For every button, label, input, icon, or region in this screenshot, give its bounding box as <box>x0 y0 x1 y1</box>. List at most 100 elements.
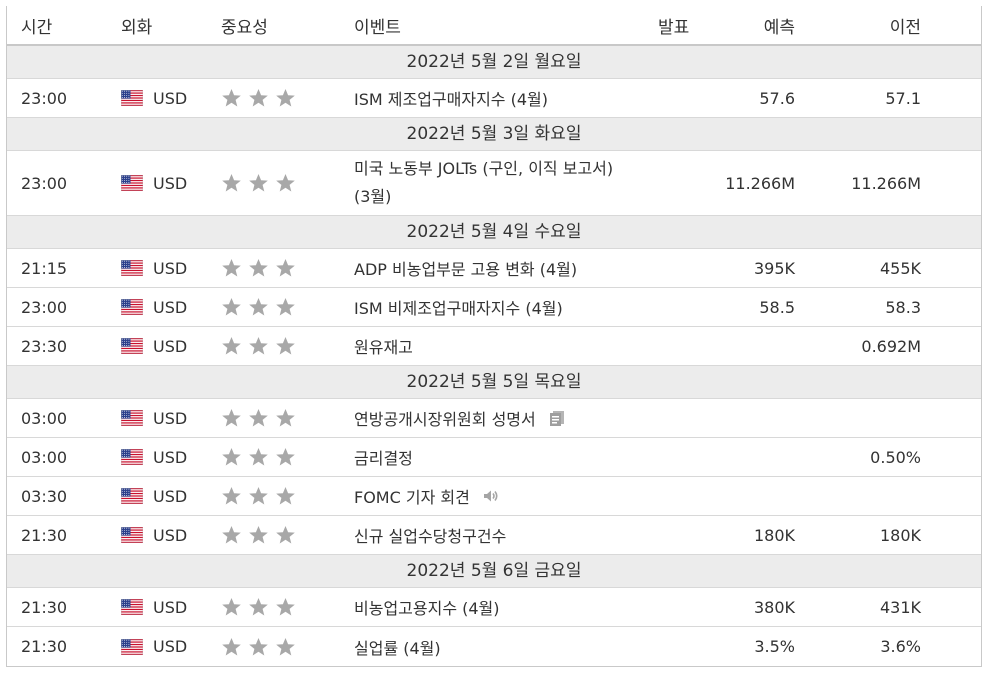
event-row[interactable]: 03:00 USD 금리결정 0.50% <box>7 438 981 477</box>
star-icon <box>276 526 295 544</box>
event-row[interactable]: 21:15 USD ADP 비농업부문 고용 변화 (4월) 395K 455K <box>7 249 981 288</box>
us-flag-icon <box>121 638 143 655</box>
event-time: 21:30 <box>21 637 68 656</box>
star-icon <box>276 637 295 655</box>
star-icon <box>222 598 241 616</box>
event-row[interactable]: 23:00 USD ISM 제조업구매자지수 (4월) 57.6 57.1 <box>7 79 981 118</box>
importance-stars <box>221 516 296 554</box>
star-icon <box>249 174 268 192</box>
event-row[interactable]: 23:00 USD ISM 비제조업구매자지수 (4월) 58.5 58.3 <box>7 288 981 327</box>
currency-code: USD <box>153 486 188 506</box>
currency-cell: USD <box>121 79 187 117</box>
importance-stars <box>221 588 296 626</box>
event-previous: 11.266M <box>851 173 921 193</box>
currency-cell: USD <box>121 151 187 215</box>
event-name[interactable]: 신규 실업수당청구건수 <box>354 516 506 554</box>
us-flag-icon <box>121 90 143 106</box>
currency-code: USD <box>153 88 188 108</box>
event-forecast: 180K <box>753 525 795 545</box>
star-icon <box>249 298 268 316</box>
currency-code: USD <box>153 637 188 656</box>
importance-stars <box>221 327 296 365</box>
currency-cell: USD <box>121 477 187 515</box>
us-flag-icon <box>121 338 143 354</box>
event-name[interactable]: FOMC 기자 회견 <box>354 484 470 508</box>
event-forecast: 395K <box>753 258 795 278</box>
event-row[interactable]: 21:30 USD 신규 실업수당청구건수 180K 180K <box>7 516 981 555</box>
event-time: 23:00 <box>21 88 68 108</box>
currency-cell: USD <box>121 327 187 365</box>
event-row[interactable]: 21:30 USD 실업률 (4월) 3.5% 3.6% <box>7 627 981 666</box>
event-name[interactable]: 연방공개시장위원회 성명서 <box>354 406 536 430</box>
document-icon[interactable] <box>548 409 566 427</box>
star-icon <box>222 89 241 107</box>
event-name[interactable]: 비농업고용지수 (4월) <box>354 588 500 626</box>
star-icon <box>249 598 268 616</box>
event-name[interactable]: ADP 비농업부문 고용 변화 (4월) <box>354 249 577 287</box>
star-icon <box>276 487 295 505</box>
event-time: 03:30 <box>21 486 68 506</box>
speaker-icon[interactable] <box>482 487 500 505</box>
event-row[interactable]: 23:30 USD 원유재고 0.692M <box>7 327 981 366</box>
event-row[interactable]: 21:30 USD 비농업고용지수 (4월) 380K 431K <box>7 588 981 627</box>
header-actual: 발표 <box>658 17 690 38</box>
event-time: 23:00 <box>21 173 68 193</box>
importance-stars <box>221 288 296 326</box>
currency-code: USD <box>153 297 188 317</box>
event-name[interactable]: 원유재고 <box>354 327 413 365</box>
star-icon <box>222 298 241 316</box>
event-name[interactable]: 금리결정 <box>354 438 413 476</box>
star-icon <box>222 487 241 505</box>
currency-cell: USD <box>121 399 187 437</box>
star-icon <box>222 174 241 192</box>
event-row[interactable]: 03:30 USD FOMC 기자 회견 <box>7 477 981 516</box>
star-icon <box>276 409 295 427</box>
event-forecast: 11.266M <box>725 173 795 193</box>
date-row: 2022년 5월 5일 목요일 <box>7 366 981 399</box>
event-row[interactable]: 23:00 USD 미국 노동부 JOLTs (구인, 이직 보고서) (3월)… <box>7 151 981 216</box>
event-name[interactable]: ISM 비제조업구매자지수 (4월) <box>354 288 563 326</box>
date-row: 2022년 5월 3일 화요일 <box>7 118 981 151</box>
us-flag-icon <box>121 527 143 543</box>
event-previous: 180K <box>879 525 921 545</box>
header-forecast: 예측 <box>763 17 795 38</box>
star-icon <box>276 174 295 192</box>
currency-cell: USD <box>121 438 187 476</box>
star-icon <box>222 259 241 277</box>
currency-cell: USD <box>121 288 187 326</box>
star-icon <box>222 448 241 466</box>
importance-stars <box>221 438 296 476</box>
event-name[interactable]: 실업률 (4월) <box>354 627 441 666</box>
event-name[interactable]: ISM 제조업구매자지수 (4월) <box>354 79 548 117</box>
event-forecast: 57.6 <box>759 88 795 108</box>
currency-cell: USD <box>121 627 187 666</box>
event-name-cell: 연방공개시장위원회 성명서 <box>354 399 566 437</box>
star-icon <box>222 637 241 655</box>
us-flag-icon <box>121 410 143 426</box>
event-previous: 0.692M <box>861 336 921 356</box>
header-previous: 이전 <box>889 17 921 38</box>
event-row[interactable]: 03:00 USD 연방공개시장위원회 성명서 <box>7 399 981 438</box>
currency-code: USD <box>153 336 188 356</box>
economic-calendar-table: 시간 외화 중요성 이벤트 발표 예측 이전 2022년 5월 2일 월요일 2… <box>6 6 982 667</box>
header-event: 이벤트 <box>354 17 401 38</box>
event-forecast: 3.5% <box>754 637 795 656</box>
star-icon <box>276 598 295 616</box>
currency-code: USD <box>153 173 188 193</box>
event-previous: 431K <box>879 597 921 617</box>
star-icon <box>249 448 268 466</box>
event-time: 21:30 <box>21 525 68 545</box>
star-icon <box>249 487 268 505</box>
event-forecast: 380K <box>753 597 795 617</box>
star-icon <box>276 89 295 107</box>
event-previous: 3.6% <box>880 637 921 656</box>
star-icon <box>222 409 241 427</box>
importance-stars <box>221 477 296 515</box>
event-time: 03:00 <box>21 408 68 428</box>
star-icon <box>276 337 295 355</box>
currency-code: USD <box>153 447 188 467</box>
header-importance: 중요성 <box>221 17 268 38</box>
star-icon <box>276 448 295 466</box>
event-name[interactable]: 미국 노동부 JOLTs (구인, 이직 보고서) (3월) <box>354 155 634 211</box>
us-flag-icon <box>121 449 143 465</box>
